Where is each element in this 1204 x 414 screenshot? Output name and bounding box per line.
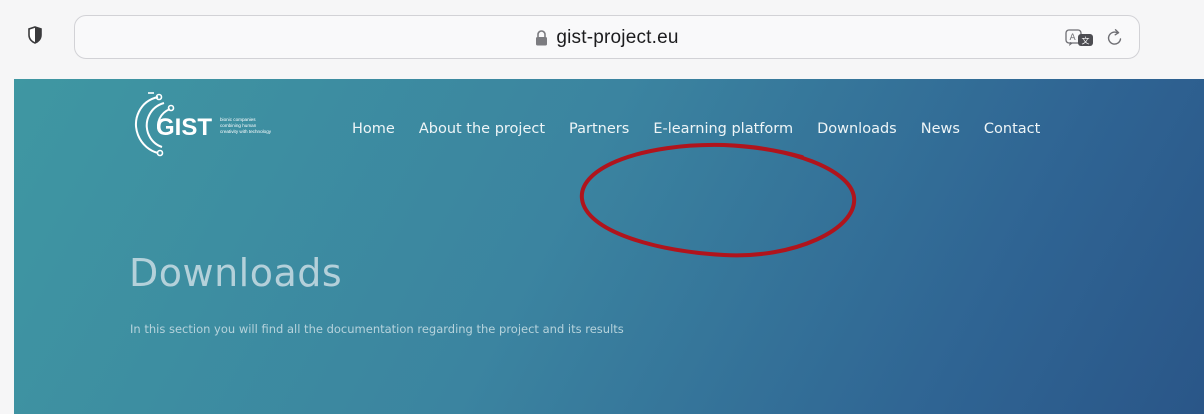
nav-downloads[interactable]: Downloads bbox=[817, 121, 897, 137]
logo-tagline-2: combining human bbox=[220, 123, 257, 128]
main-nav: Home About the project Partners E-learni… bbox=[352, 121, 1064, 137]
annotation-ellipse bbox=[579, 142, 857, 258]
address-bar[interactable]: gist-project.eu A 文 bbox=[74, 15, 1140, 59]
nav-e-learning-platform[interactable]: E-learning platform bbox=[653, 121, 793, 137]
svg-text:A: A bbox=[1070, 33, 1077, 43]
url-text[interactable]: gist-project.eu bbox=[556, 27, 678, 49]
translate-icon[interactable]: A 文 bbox=[1065, 28, 1095, 48]
shield-icon[interactable] bbox=[28, 26, 42, 44]
logo-wordmark: GIST bbox=[156, 114, 212, 141]
logo-tagline-3: creativity with technology bbox=[220, 129, 272, 134]
hero-banner: GIST bionic companies combining human cr… bbox=[14, 79, 1204, 414]
logo-tagline-1: bionic companies bbox=[220, 117, 256, 122]
page-title: Downloads bbox=[129, 251, 343, 295]
nav-news[interactable]: News bbox=[921, 121, 960, 137]
page-subtitle: In this section you will find all the do… bbox=[130, 322, 624, 336]
svg-text:文: 文 bbox=[1082, 36, 1090, 46]
lock-icon bbox=[536, 30, 548, 46]
nav-about-the-project[interactable]: About the project bbox=[419, 121, 545, 137]
gist-logo[interactable]: GIST bionic companies combining human cr… bbox=[126, 89, 316, 159]
nav-home[interactable]: Home bbox=[352, 121, 395, 137]
reload-icon[interactable] bbox=[1105, 28, 1125, 48]
browser-toolbar: gist-project.eu A 文 bbox=[0, 0, 1204, 79]
nav-partners[interactable]: Partners bbox=[569, 121, 629, 137]
nav-contact[interactable]: Contact bbox=[984, 121, 1040, 137]
